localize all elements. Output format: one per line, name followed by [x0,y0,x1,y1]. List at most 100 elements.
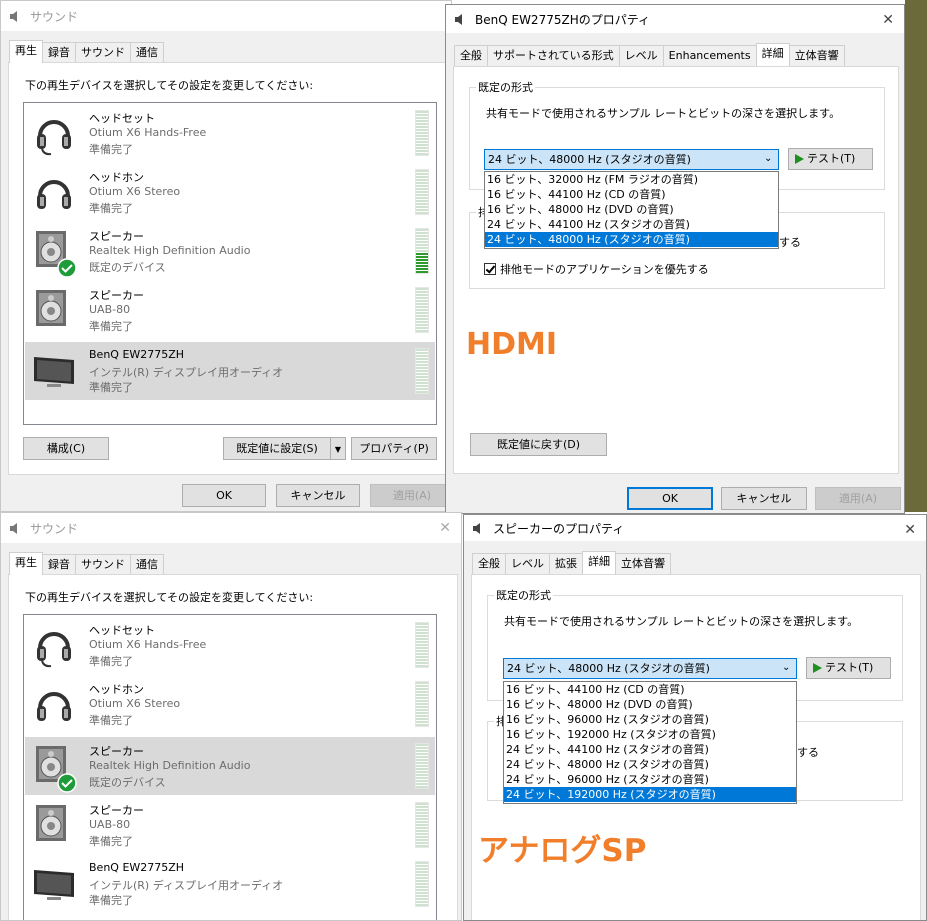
set-default-button[interactable]: 既定値に設定(S) [223,437,331,460]
title-bar: スピーカーのプロパティ ✕ [464,515,926,541]
tab-communications[interactable]: 通信 [130,42,164,63]
window-title: BenQ EW2775ZHのプロパティ [475,12,650,27]
exclusive-option-text: する [797,746,819,759]
tab-spatial-sound[interactable]: 立体音響 [615,553,671,574]
close-icon[interactable]: ✕ [882,12,894,28]
list-item[interactable]: BenQ EW2775ZH インテル(R) ディスプレイ用オーディオ 準備完了 [25,855,435,913]
dropdown-option[interactable]: 24 ビット、44100 Hz (スタジオの音質) [485,217,778,232]
device-name: BenQ EW2775ZH [89,861,185,874]
tab-enhancements[interactable]: Enhancements [662,45,757,66]
close-icon[interactable]: ✕ [904,522,916,538]
dropdown-option[interactable]: 16 ビット、48000 Hz (DVD の音質) [504,697,796,712]
tab-supported-formats[interactable]: サポートされている形式 [487,45,620,66]
ok-button[interactable]: OK [182,484,266,507]
tab-recording[interactable]: 録音 [42,42,76,63]
dropdown-option[interactable]: 24 ビット、44100 Hz (スタジオの音質) [504,742,796,757]
tab-recording[interactable]: 録音 [42,554,76,575]
apply-button[interactable]: 適用(A) [815,487,901,510]
tab-communications[interactable]: 通信 [130,554,164,575]
tab-levels[interactable]: レベル [505,553,550,574]
format-select[interactable]: 24 ビット、48000 Hz (スタジオの音質) [484,149,779,170]
dropdown-option[interactable]: 16 ビット、48000 Hz (DVD の音質) [485,202,778,217]
device-status: 準備完了 [89,381,133,394]
device-status: 準備完了 [89,835,133,848]
tab-advanced[interactable]: 詳細 [582,551,616,574]
test-label: テスト(T) [825,661,874,674]
list-item[interactable]: BenQ EW2775ZH インテル(R) ディスプレイ用オーディオ 準備完了 [25,342,435,400]
device-list[interactable]: ヘッドセット Otium X6 Hands-Free 準備完了 ヘッドホン Ot… [23,102,437,425]
sound-window-top: サウンド 再生 録音 サウンド 通信 下の再生デバイスを選択してその設定を変更し… [0,0,452,512]
dropdown-option[interactable]: 16 ビット、44100 Hz (CD の音質) [504,682,796,697]
device-description: Otium X6 Stereo [89,185,181,198]
close-icon[interactable]: ✕ [439,520,451,536]
dropdown-option[interactable]: 16 ビット、96000 Hz (スタジオの音質) [504,712,796,727]
dropdown-option[interactable]: 24 ビット、48000 Hz (スタジオの音質) [504,757,796,772]
configure-button[interactable]: 構成(C) [23,437,109,460]
properties-button[interactable]: プロパティ(P) [351,437,437,460]
dropdown-option[interactable]: 24 ビット、96000 Hz (スタジオの音質) [504,772,796,787]
tab-advanced[interactable]: 詳細 [755,43,790,66]
set-default-dropdown[interactable]: ▼ [330,437,346,460]
tab-sounds[interactable]: サウンド [75,42,131,63]
tab-sounds[interactable]: サウンド [75,554,131,575]
format-dropdown-list[interactable]: 16 ビット、44100 Hz (CD の音質) 16 ビット、48000 Hz… [503,681,797,804]
dropdown-option[interactable]: 16 ビット、192000 Hz (スタジオの音質) [504,727,796,742]
restore-defaults-button[interactable]: 既定値に戻す(D) [470,433,607,456]
test-button[interactable]: テスト(T) [788,148,873,170]
tab-general[interactable]: 全般 [454,45,488,66]
list-item[interactable]: ヘッドセット Otium X6 Hands-Free 準備完了 [25,616,435,674]
speaker-icon [36,290,66,326]
annotation-label: HDMI [466,327,558,362]
list-item[interactable]: ヘッドセット Otium X6 Hands-Free 準備完了 [25,104,435,162]
apply-button[interactable]: 適用(A) [370,484,451,507]
chevron-down-icon[interactable]: ⌄ [764,153,772,164]
window-title: サウンド [30,521,79,536]
title-bar: サウンド ✕ [1,513,461,543]
speaker-small-icon [455,13,462,25]
cancel-button[interactable]: キャンセル [721,487,807,510]
group-title: 既定の形式 [476,79,535,95]
dropdown-option-selected[interactable]: 24 ビット、192000 Hz (スタジオの音質) [504,787,796,802]
chevron-down-icon: ▼ [334,445,342,454]
list-item[interactable]: スピーカー Realtek High Definition Audio 既定のデ… [25,222,435,280]
device-status: 準備完了 [89,894,133,907]
device-status: 準備完了 [89,320,133,333]
group-description: 共有モードで使用されるサンプル レートとビットの深さを選択します。 [486,107,841,120]
cancel-button[interactable]: キャンセル [276,484,360,507]
format-dropdown-list[interactable]: 16 ビット、32000 Hz (FM ラジオの音質) 16 ビット、44100… [484,171,779,249]
device-status: 準備完了 [89,143,133,156]
tab-playback[interactable]: 再生 [9,552,43,575]
device-description: Realtek High Definition Audio [89,244,251,257]
volume-meter [415,622,429,668]
volume-meter [415,743,429,789]
tab-playback[interactable]: 再生 [9,40,43,63]
list-item[interactable]: スピーカー Realtek High Definition Audio 既定のデ… [25,737,435,795]
volume-meter [415,110,429,156]
device-description: UAB-80 [89,303,131,316]
tab-enhancements[interactable]: 拡張 [549,553,583,574]
device-description: Otium X6 Hands-Free [89,126,207,139]
list-item[interactable]: ヘッドホン Otium X6 Stereo 準備完了 [25,163,435,221]
ok-button[interactable]: OK [627,487,713,510]
chevron-down-icon[interactable]: ⌄ [782,662,790,673]
tab-levels[interactable]: レベル [618,45,664,66]
list-item[interactable]: スピーカー UAB-80 準備完了 [25,796,435,854]
dropdown-option-selected[interactable]: 24 ビット、48000 Hz (スタジオの音質) [485,232,778,247]
test-button[interactable]: テスト(T) [806,657,891,679]
background-strip [905,0,927,512]
priority-checkbox[interactable]: 排他モードのアプリケーションを優先する [484,261,709,277]
monitor-icon [34,870,74,900]
properties-window-bottom: スピーカーのプロパティ ✕ 全般 レベル 拡張 詳細 立体音響 既定の形式 共有… [463,514,927,921]
dropdown-option[interactable]: 16 ビット、32000 Hz (FM ラジオの音質) [485,172,778,187]
list-item[interactable]: ヘッドホン Otium X6 Stereo 準備完了 [25,675,435,733]
tab-general[interactable]: 全般 [472,553,506,574]
device-name: スピーカー [89,804,144,817]
test-label: テスト(T) [807,152,856,165]
device-list[interactable]: ヘッドセット Otium X6 Hands-Free 準備完了 ヘッドホン Ot… [23,614,437,920]
checkbox-checked[interactable] [484,263,496,275]
tab-spatial-sound[interactable]: 立体音響 [788,45,845,66]
annotation-label: アナログSP [478,833,647,869]
dropdown-option[interactable]: 16 ビット、44100 Hz (CD の音質) [485,187,778,202]
format-select[interactable]: 24 ビット、48000 Hz (スタジオの音質) [503,658,797,679]
list-item[interactable]: スピーカー UAB-80 準備完了 [25,281,435,339]
